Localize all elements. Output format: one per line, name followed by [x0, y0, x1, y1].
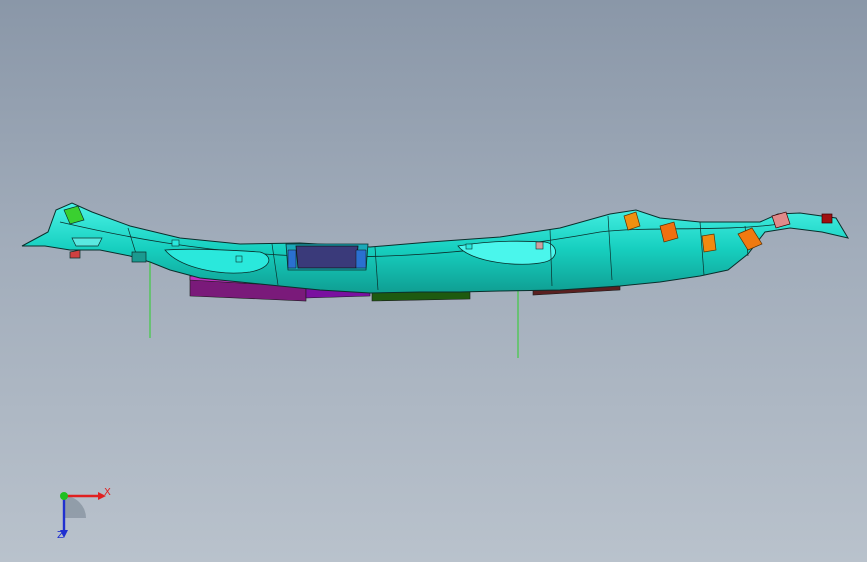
x-axis-label: X — [104, 487, 111, 498]
z-axis-label: Z — [57, 530, 64, 541]
center-module — [285, 243, 369, 271]
coordinate-triad: X Z — [40, 478, 120, 548]
trim-panel-body — [21, 202, 850, 294]
graphics-viewport[interactable]: X Z — [0, 0, 867, 562]
3d-model[interactable] — [0, 0, 867, 562]
